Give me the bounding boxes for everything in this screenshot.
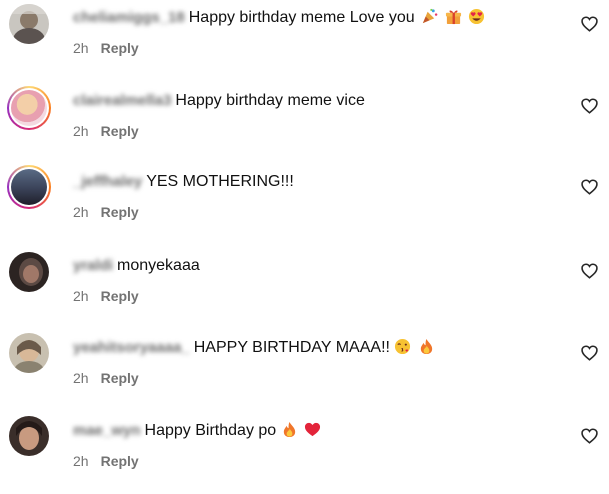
kiss-face-icon (395, 338, 411, 355)
avatar[interactable] (9, 4, 49, 44)
like-heart-icon[interactable] (581, 16, 598, 32)
avatar[interactable] (9, 252, 49, 292)
comment-item: _jeffhaley YES MOTHERING!!! 2h Reply (0, 165, 609, 245)
comment-line: _jeffhaley YES MOTHERING!!! (73, 172, 294, 192)
like-heart-icon[interactable] (581, 179, 598, 195)
reply-button[interactable]: Reply (101, 204, 139, 220)
reply-button[interactable]: Reply (101, 370, 139, 386)
username[interactable]: _jeffhaley (73, 173, 142, 190)
fire-icon (420, 338, 433, 355)
party-popper-icon (422, 8, 438, 24)
comment-line: mae_wyn Happy Birthday po (73, 421, 321, 441)
comment-item: clairealmella3 Happy birthday meme vice 2… (0, 84, 609, 164)
comment-line: yraldi monyekaaa (73, 256, 200, 276)
like-heart-icon[interactable] (581, 345, 598, 361)
comment-meta: 2h Reply (73, 287, 139, 305)
username[interactable]: cheliamiggs_18 (73, 9, 185, 26)
comment-item: cheliamiggs_18 Happy birthday meme Love y… (0, 0, 609, 80)
like-heart-icon[interactable] (581, 428, 598, 444)
username[interactable]: yeahitsoryaaaa_ (73, 339, 190, 356)
comment-text: YES MOTHERING!!! (146, 173, 294, 190)
heart-eyes-icon (468, 8, 485, 25)
comment-text: HAPPY BIRTHDAY MAAA!! (193, 339, 390, 356)
comment-meta: 2h Reply (73, 452, 139, 470)
comment-text: Happy birthday meme Love you (188, 9, 415, 26)
comment-meta: 2h Reply (73, 39, 139, 57)
like-heart-icon[interactable] (581, 263, 598, 279)
comment-line: clairealmella3 Happy birthday meme vice (73, 91, 365, 111)
comment-item: yraldi monyekaaa 2h Reply (0, 249, 609, 329)
comment-text: Happy birthday meme vice (175, 92, 365, 109)
comment-item: yeahitsoryaaaa_ HAPPY BIRTHDAY MAAA!! 2h R… (0, 332, 609, 412)
story-ring[interactable] (7, 86, 51, 130)
timestamp: 2h (73, 123, 89, 139)
like-heart-icon[interactable] (581, 98, 598, 114)
comment-line: yeahitsoryaaaa_ HAPPY BIRTHDAY MAAA!! (73, 338, 435, 358)
username[interactable]: mae_wyn (73, 422, 141, 439)
avatar (9, 167, 49, 207)
comment-item: mae_wyn Happy Birthday po 2h Reply (0, 414, 609, 494)
username[interactable]: yraldi (73, 257, 113, 274)
timestamp: 2h (73, 370, 89, 386)
username[interactable]: clairealmella3 (73, 92, 171, 109)
gift-icon (445, 10, 461, 25)
reply-button[interactable]: Reply (101, 288, 139, 304)
comment-meta: 2h Reply (73, 203, 139, 221)
timestamp: 2h (73, 288, 89, 304)
avatar (9, 88, 49, 128)
comment-text: monyekaaa (117, 257, 200, 274)
comment-meta: 2h Reply (73, 369, 139, 387)
comment-meta: 2h Reply (73, 122, 139, 140)
avatar[interactable] (9, 416, 49, 456)
reply-button[interactable]: Reply (101, 453, 139, 469)
reply-button[interactable]: Reply (101, 123, 139, 139)
comment-text: Happy Birthday po (144, 422, 277, 439)
avatar[interactable] (9, 333, 49, 373)
comment-line: cheliamiggs_18 Happy birthday meme Love y… (73, 8, 485, 28)
timestamp: 2h (73, 453, 89, 469)
timestamp: 2h (73, 204, 89, 220)
red-heart-icon (305, 422, 321, 437)
fire-icon (283, 421, 295, 438)
reply-button[interactable]: Reply (101, 40, 139, 56)
timestamp: 2h (73, 40, 89, 56)
story-ring[interactable] (7, 165, 51, 209)
